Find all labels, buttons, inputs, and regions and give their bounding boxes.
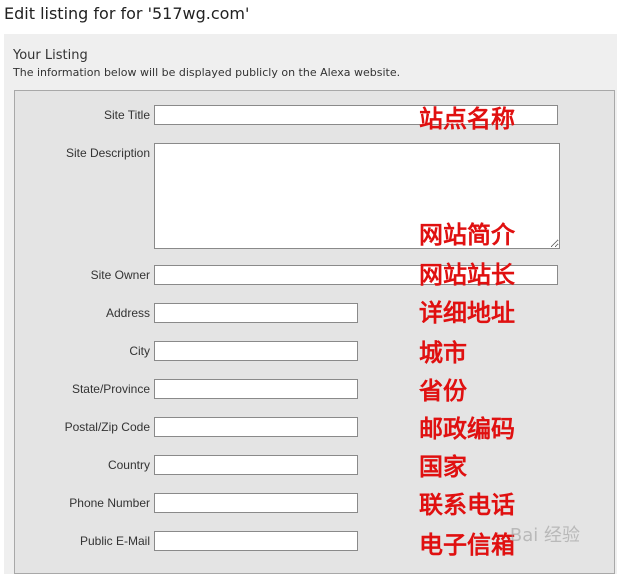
- annotation-site-title: 站点名称: [419, 105, 515, 133]
- state-label: State/Province: [71, 382, 150, 396]
- annotation-city: 城市: [419, 339, 467, 367]
- annotation-state: 省份: [419, 377, 467, 405]
- annotation-postal: 邮政编码: [419, 415, 515, 443]
- email-input[interactable]: [154, 531, 358, 551]
- country-label: Country: [107, 458, 150, 472]
- phone-input[interactable]: [154, 493, 358, 513]
- site-title-label: Site Title: [103, 108, 150, 122]
- watermark-logo: Bai 经验: [509, 525, 580, 546]
- country-input[interactable]: [154, 455, 358, 475]
- annotation-email: 电子信箱: [419, 531, 515, 559]
- site-description-label: Site Description: [65, 146, 150, 160]
- annotation-site-description: 网站简介: [419, 221, 515, 249]
- postal-input[interactable]: [154, 417, 358, 437]
- page-title: Edit listing for for '517wg.com': [4, 4, 250, 23]
- annotation-phone: 联系电话: [419, 491, 515, 519]
- phone-label: Phone Number: [69, 496, 150, 510]
- site-owner-label: Site Owner: [90, 268, 150, 282]
- annotation-address: 详细地址: [419, 299, 515, 327]
- state-input[interactable]: [154, 379, 358, 399]
- annotation-site-owner: 网站站长: [419, 261, 515, 289]
- address-input[interactable]: [154, 303, 358, 323]
- postal-label: Postal/Zip Code: [64, 420, 150, 434]
- email-label: Public E-Mail: [79, 534, 150, 548]
- city-input[interactable]: [154, 341, 358, 361]
- city-label: City: [129, 344, 150, 358]
- section-title: Your Listing: [13, 48, 88, 63]
- annotation-country: 国家: [419, 453, 467, 481]
- listing-panel: Your Listing The information below will …: [4, 34, 617, 574]
- listing-form: Site Title Site Description Site Owner A…: [14, 90, 615, 574]
- section-description: The information below will be displayed …: [13, 66, 401, 79]
- address-label: Address: [105, 306, 150, 320]
